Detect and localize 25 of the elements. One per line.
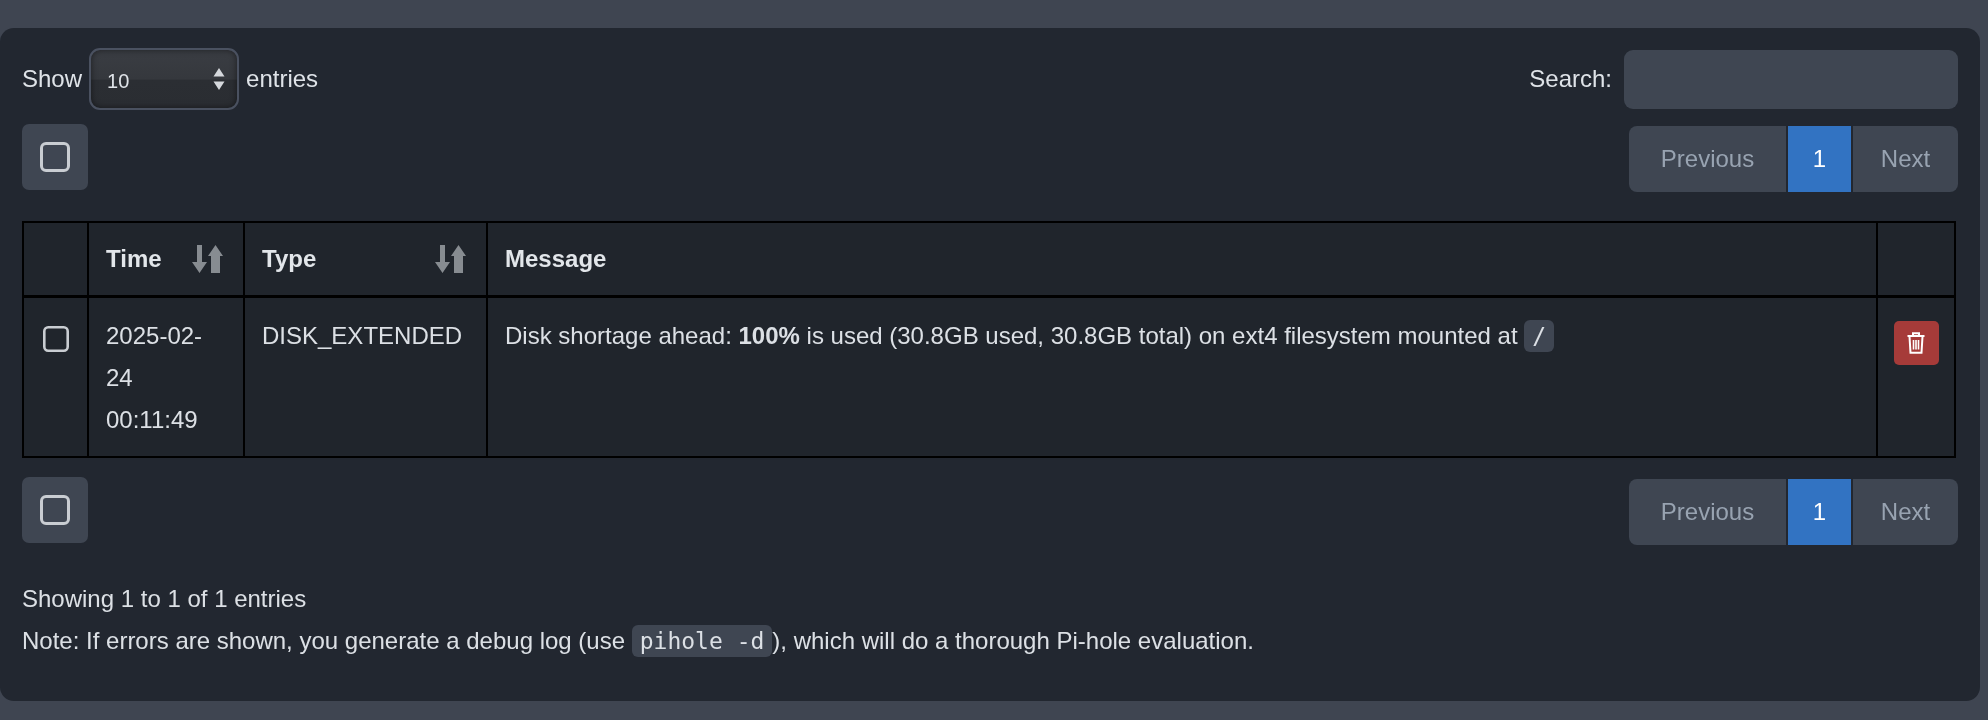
search-label: Search: [1529,65,1612,93]
table-cell: 2025-02-24 00:11:49 [88,296,244,457]
page-button[interactable]: 1 [1788,126,1851,192]
message-text: Disk shortage ahead: 100% is used (30.8GB used, 30.8GB total) on ext4 filesystem mounted at / [505,322,1555,349]
table-cell: DISK_EXTENDED [244,296,487,457]
select-all-button[interactable] [22,477,88,543]
search-field[interactable] [1624,49,1958,109]
entries-info: Showing 1 to 1 of 1 entries [22,584,308,614]
sort-icon [434,244,466,274]
delete-button[interactable] [1893,321,1939,365]
inline-code: pihole -d [631,625,773,657]
inline-code: / [1524,320,1555,352]
sort-icon [191,244,223,274]
entries-label: entries [246,65,319,93]
select-all-button[interactable] [22,124,88,190]
entries-select[interactable]: 10 [89,48,240,110]
stepper-arrows-icon [213,67,226,91]
column-header: Message [487,222,1877,297]
page-button[interactable]: 1 [1788,479,1851,545]
column-header[interactable]: Time [88,222,244,297]
trash-icon [1907,332,1925,354]
note-text: Note: If errors are shown, you generate a debug log (use pihole -d ), which will do a thorough Pi-hole evaluation. [22,620,1958,662]
column-header[interactable]: Type [244,222,487,297]
checkbox-icon[interactable] [42,326,69,352]
show-label: Show [22,65,83,93]
